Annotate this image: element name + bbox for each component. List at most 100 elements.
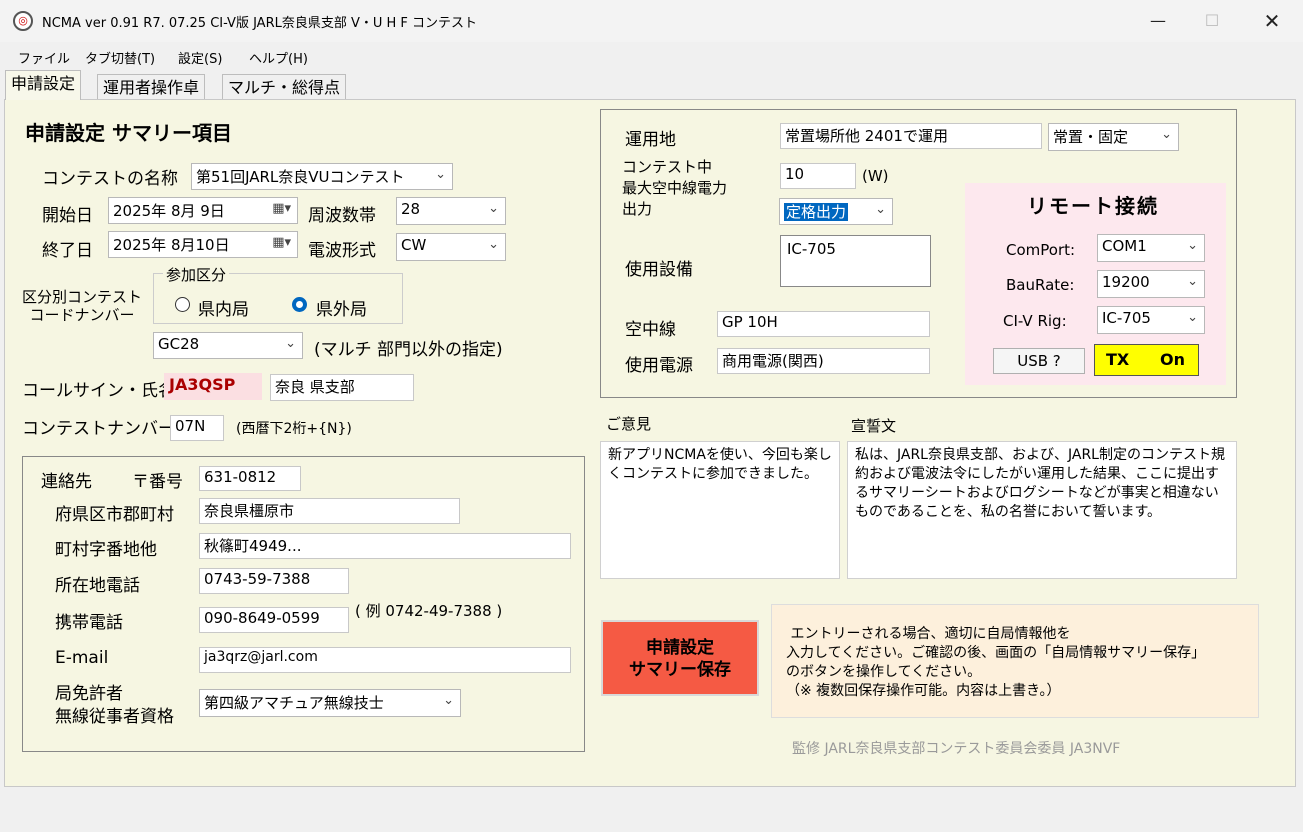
baudrate-label: BauRate: bbox=[1006, 276, 1075, 294]
code-value: GC28 bbox=[158, 335, 200, 353]
antenna-field[interactable]: GP 10H bbox=[717, 311, 930, 337]
zip-label: 〒番号 bbox=[132, 472, 183, 492]
email-label: E-mail bbox=[55, 648, 109, 668]
comport-label: ComPort: bbox=[1006, 241, 1076, 259]
equipment-label: 使用設備 bbox=[625, 260, 693, 280]
license-value: 第四級アマチュア無線技士 bbox=[204, 694, 384, 712]
maximize-icon[interactable]: ☐ bbox=[1197, 8, 1227, 34]
tab-application-settings[interactable]: 申請設定 bbox=[5, 70, 82, 100]
phone-field[interactable]: 0743-59-7388 bbox=[199, 568, 349, 594]
zip-field[interactable]: 631-0812 bbox=[199, 466, 301, 491]
page-title: 申請設定 サマリー項目 bbox=[25, 121, 232, 145]
chevron-down-icon: ⌄ bbox=[285, 336, 296, 351]
power-field[interactable]: 10 bbox=[780, 163, 856, 189]
window-title: NCMA ver 0.91 R7. 07.25 CI-V版 JARL奈良県支部 … bbox=[42, 16, 478, 31]
mode-select[interactable]: CW ⌄ bbox=[396, 233, 506, 261]
contest-number-label: コンテストナンバー bbox=[22, 419, 175, 439]
civ-rig-value: IC-705 bbox=[1102, 309, 1151, 327]
minimize-icon[interactable]: — bbox=[1143, 8, 1173, 34]
license-label: 局免許者 無線従事者資格 bbox=[55, 684, 174, 727]
contest-name-value: 第51回JARL奈良VUコンテスト bbox=[196, 168, 405, 186]
license-select[interactable]: 第四級アマチュア無線技士 ⌄ bbox=[199, 689, 461, 717]
tab-operator-console[interactable]: 運用者操作卓 bbox=[97, 74, 206, 102]
chevron-down-icon: ⌄ bbox=[488, 201, 499, 216]
start-date-label: 開始日 bbox=[42, 206, 93, 226]
calendar-icon[interactable]: ▦▾ bbox=[272, 201, 291, 216]
band-select[interactable]: 28 ⌄ bbox=[396, 197, 506, 225]
end-date-picker[interactable]: 2025年 8月10日 ▦▾ bbox=[108, 231, 298, 258]
prefecture-label: 府県区市郡町村 bbox=[55, 505, 174, 525]
phone-label: 所在地電話 bbox=[55, 576, 140, 596]
menu-tab-switch[interactable]: タブ切替(T) bbox=[85, 48, 155, 67]
opinion-label: ご意見 bbox=[606, 415, 652, 433]
band-value: 28 bbox=[401, 200, 421, 218]
chevron-down-icon: ⌄ bbox=[443, 693, 454, 708]
code-select[interactable]: GC28 ⌄ bbox=[153, 332, 303, 359]
email-field[interactable]: ja3qrz@jarl.com bbox=[199, 647, 571, 673]
comport-select[interactable]: COM1 ⌄ bbox=[1097, 234, 1205, 262]
mobile-field[interactable]: 090-8649-0599 bbox=[199, 607, 349, 633]
civ-rig-select[interactable]: IC-705 ⌄ bbox=[1097, 306, 1205, 334]
address-label: 町村字番地他 bbox=[55, 540, 157, 560]
tx-indicator[interactable]: TX On bbox=[1094, 344, 1199, 376]
chevron-down-icon: ⌄ bbox=[875, 202, 886, 217]
address-field[interactable]: 秋篠町4949... bbox=[199, 533, 571, 559]
power-source-field[interactable]: 商用電源(関西) bbox=[717, 348, 930, 374]
contest-number-field[interactable]: 07N bbox=[170, 415, 224, 441]
chevron-down-icon: ⌄ bbox=[1161, 127, 1172, 142]
chevron-down-icon: ⌄ bbox=[435, 167, 446, 182]
baudrate-value: 19200 bbox=[1102, 273, 1150, 291]
location-label: 運用地 bbox=[625, 130, 676, 150]
tx-label: TX bbox=[1106, 350, 1130, 369]
tab-multi-total[interactable]: マルチ・総得点 bbox=[222, 74, 347, 102]
baudrate-select[interactable]: 19200 ⌄ bbox=[1097, 270, 1205, 298]
radio-outside[interactable] bbox=[292, 297, 307, 312]
comport-value: COM1 bbox=[1102, 237, 1147, 255]
phone-example: ( 例 0742-49-7388 ) bbox=[355, 602, 503, 620]
end-date-label: 終了日 bbox=[42, 241, 93, 261]
contest-name-select[interactable]: 第51回JARL奈良VUコンテスト ⌄ bbox=[191, 163, 453, 190]
power-type-select[interactable]: 定格出力 ⌄ bbox=[779, 198, 893, 225]
mobile-label: 携帯電話 bbox=[55, 613, 123, 633]
contact-label: 連絡先 bbox=[41, 472, 92, 492]
remote-title: リモート接続 bbox=[1027, 194, 1159, 218]
location-type-select[interactable]: 常置・固定 ⌄ bbox=[1048, 123, 1179, 151]
start-date-picker[interactable]: 2025年 8月 9日 ▦▾ bbox=[108, 197, 298, 224]
power-source-label: 使用電源 bbox=[625, 356, 693, 376]
participation-group-label: 参加区分 bbox=[163, 264, 230, 285]
radio-outside-label: 県外局 bbox=[316, 300, 367, 320]
power-type-value: 定格出力 bbox=[784, 203, 849, 221]
callsign-field[interactable]: JA3QSP bbox=[164, 373, 262, 400]
civ-rig-label: CI-V Rig: bbox=[1003, 312, 1067, 330]
menu-file[interactable]: ファイル bbox=[18, 48, 70, 67]
location-type-value: 常置・固定 bbox=[1053, 128, 1129, 146]
location-field[interactable]: 常置場所他 2401で運用 bbox=[780, 123, 1042, 149]
opinion-textarea[interactable]: 新アプリNCMAを使い、今回も楽しくコンテストに参加できました。 bbox=[600, 441, 840, 579]
contest-name-label: コンテストの名称 bbox=[42, 169, 178, 189]
name-field[interactable]: 奈良 県支部 bbox=[270, 374, 414, 401]
tx-state: On bbox=[1160, 350, 1185, 369]
oath-label: 宣誓文 bbox=[851, 417, 897, 435]
oath-textarea[interactable]: 私は、JARL奈良県支部、および、JARL制定のコンテスト規約および電波法令にし… bbox=[847, 441, 1237, 579]
antenna-label: 空中線 bbox=[625, 320, 676, 340]
callsign-label: コールサイン・氏名 bbox=[22, 381, 175, 401]
calendar-icon[interactable]: ▦▾ bbox=[272, 235, 291, 250]
menu-help[interactable]: ヘルプ(H) bbox=[249, 48, 308, 67]
chevron-down-icon: ⌄ bbox=[488, 237, 499, 252]
chevron-down-icon: ⌄ bbox=[1187, 274, 1198, 289]
mode-value: CW bbox=[401, 236, 427, 254]
usb-button[interactable]: USB ? bbox=[993, 348, 1085, 374]
mode-label: 電波形式 bbox=[308, 241, 376, 261]
save-summary-button[interactable]: 申請設定 サマリー保存 bbox=[601, 620, 759, 696]
footer-credit: 監修 JARL奈良県支部コンテスト委員会委員 JA3NVF bbox=[792, 741, 1121, 757]
menu-settings[interactable]: 設定(S) bbox=[178, 48, 222, 67]
contest-number-note: (西暦下2桁+{N}) bbox=[236, 421, 352, 437]
end-date-value: 2025年 8月10日 bbox=[113, 236, 230, 254]
prefecture-field[interactable]: 奈良県橿原市 bbox=[199, 498, 460, 524]
start-date-value: 2025年 8月 9日 bbox=[113, 202, 225, 220]
category-code-label: 区分別コンテスト コードナンバー bbox=[22, 288, 143, 324]
equipment-field[interactable]: IC-705 bbox=[780, 235, 931, 287]
radio-inside[interactable] bbox=[175, 297, 190, 312]
close-icon[interactable]: ✕ bbox=[1257, 8, 1287, 34]
app-icon: ◎ bbox=[13, 11, 33, 31]
